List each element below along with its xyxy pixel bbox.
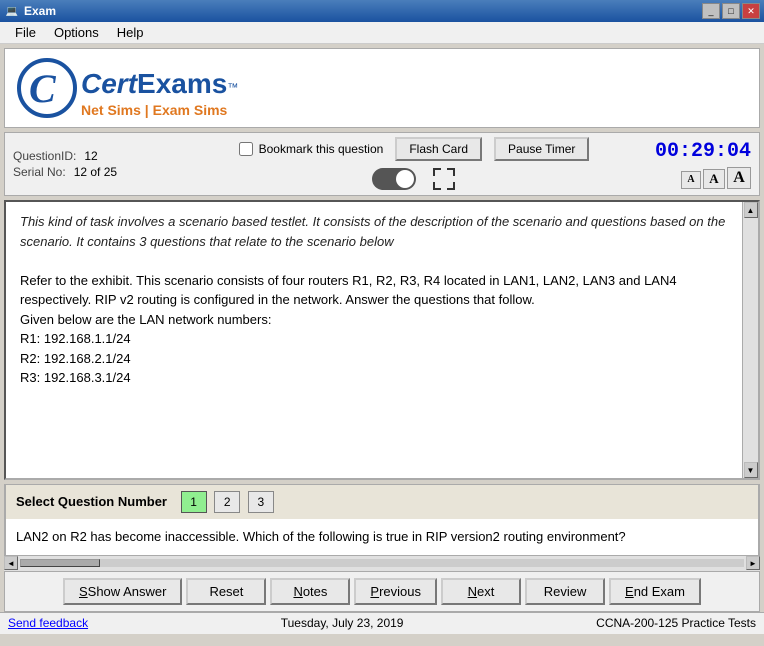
close-button[interactable]: ✕ bbox=[742, 3, 760, 19]
window-controls: _ □ ✕ bbox=[702, 3, 760, 19]
question-body-text: Refer to the exhibit. This scenario cons… bbox=[20, 271, 728, 388]
flash-card-button[interactable]: Flash Card bbox=[395, 137, 482, 161]
logo-text: Cert Exams ™ Net Sims | Exam Sims bbox=[81, 68, 238, 118]
reset-button[interactable]: Reset bbox=[186, 578, 266, 605]
logo-subtitle: Net Sims | Exam Sims bbox=[81, 102, 238, 118]
font-medium-button[interactable]: A bbox=[703, 169, 725, 189]
bookmark-checkbox[interactable] bbox=[239, 142, 253, 156]
question-scroll-area[interactable]: This kind of task involves a scenario ba… bbox=[6, 202, 742, 478]
minimize-button[interactable]: _ bbox=[702, 3, 720, 19]
scroll-right-arrow[interactable]: ► bbox=[746, 556, 760, 570]
toggle-switch[interactable] bbox=[372, 168, 416, 190]
info-bar: QuestionID: 12 Serial No: 12 of 25 Bookm… bbox=[4, 132, 760, 196]
serial-label: Serial No: bbox=[13, 165, 66, 179]
send-feedback-link[interactable]: Send feedback bbox=[8, 616, 88, 630]
info-right: 00:29:04 A A A bbox=[655, 140, 751, 189]
horizontal-scrollbar[interactable]: ◄ ► bbox=[4, 555, 760, 571]
svg-text:C: C bbox=[29, 66, 57, 111]
show-answer-button[interactable]: SShow Answer bbox=[63, 578, 182, 605]
question-num-3[interactable]: 3 bbox=[248, 491, 274, 513]
bookmark-label: Bookmark this question bbox=[259, 142, 384, 156]
h-scroll-thumb[interactable] bbox=[20, 559, 100, 567]
question-intro-text: This kind of task involves a scenario ba… bbox=[20, 212, 728, 251]
scroll-left-arrow[interactable]: ◄ bbox=[4, 556, 18, 570]
maximize-button[interactable]: □ bbox=[722, 3, 740, 19]
logo-cert: Cert bbox=[81, 68, 137, 100]
scroll-down-arrow[interactable]: ▼ bbox=[744, 462, 758, 478]
menu-file[interactable]: File bbox=[6, 22, 45, 43]
title-bar: 💻 Exam _ □ ✕ bbox=[0, 0, 764, 22]
question-num-1[interactable]: 1 bbox=[181, 491, 207, 513]
main-content-area: This kind of task involves a scenario ba… bbox=[4, 200, 760, 480]
next-button[interactable]: Next bbox=[441, 578, 521, 605]
sub-question-body: LAN2 on R2 has become inaccessible. Whic… bbox=[6, 519, 758, 555]
bottom-buttons-bar: SShow Answer Reset Notes Previous Next R… bbox=[4, 571, 760, 612]
status-bar: Send feedback Tuesday, July 23, 2019 CCN… bbox=[0, 612, 764, 634]
notes-button[interactable]: Notes bbox=[270, 578, 350, 605]
font-large-button[interactable]: A bbox=[727, 167, 751, 189]
serial-value: 12 of 25 bbox=[74, 165, 117, 179]
font-small-button[interactable]: A bbox=[681, 171, 701, 189]
review-button[interactable]: Review bbox=[525, 578, 605, 605]
scroll-up-arrow[interactable]: ▲ bbox=[744, 202, 758, 218]
bookmark-row: Bookmark this question bbox=[239, 142, 384, 156]
question-intro: This kind of task involves a scenario ba… bbox=[20, 212, 728, 388]
question-meta: QuestionID: 12 Serial No: 12 of 25 bbox=[13, 149, 173, 179]
vertical-scrollbar[interactable]: ▲ ▼ bbox=[742, 202, 758, 478]
select-question-section: Select Question Number 1 2 3 LAN2 on R2 … bbox=[4, 484, 760, 555]
sub-question-text: LAN2 on R2 has become inaccessible. Whic… bbox=[16, 527, 748, 547]
menu-bar: File Options Help bbox=[0, 22, 764, 44]
menu-help[interactable]: Help bbox=[108, 22, 153, 43]
question-id-value: 12 bbox=[84, 149, 97, 163]
question-id-label: QuestionID: bbox=[13, 149, 76, 163]
toggle-knob bbox=[396, 170, 414, 188]
h-scroll-track[interactable] bbox=[20, 559, 744, 567]
status-date: Tuesday, July 23, 2019 bbox=[88, 616, 596, 630]
logo-circle-icon: C bbox=[17, 58, 77, 118]
logo-tm: ™ bbox=[227, 82, 238, 94]
pause-timer-button[interactable]: Pause Timer bbox=[494, 137, 589, 161]
logo-exams: Exams bbox=[137, 68, 227, 100]
select-question-bar: Select Question Number 1 2 3 bbox=[6, 484, 758, 519]
window-title: Exam bbox=[24, 4, 702, 18]
status-product: CCNA-200-125 Practice Tests bbox=[596, 616, 756, 630]
info-middle: Bookmark this question Flash Card Pause … bbox=[181, 137, 647, 191]
select-question-label: Select Question Number bbox=[16, 494, 167, 509]
expand-icon[interactable] bbox=[432, 167, 456, 191]
question-num-2[interactable]: 2 bbox=[214, 491, 240, 513]
logo-area: C Cert Exams ™ Net Sims | Exam Sims bbox=[4, 48, 760, 128]
timer-display: 00:29:04 bbox=[655, 140, 751, 163]
end-exam-button[interactable]: End Exam bbox=[609, 578, 701, 605]
menu-options[interactable]: Options bbox=[45, 22, 108, 43]
app-icon: 💻 bbox=[4, 3, 20, 19]
previous-button[interactable]: Previous bbox=[354, 578, 437, 605]
font-size-controls: A A A bbox=[681, 167, 751, 189]
